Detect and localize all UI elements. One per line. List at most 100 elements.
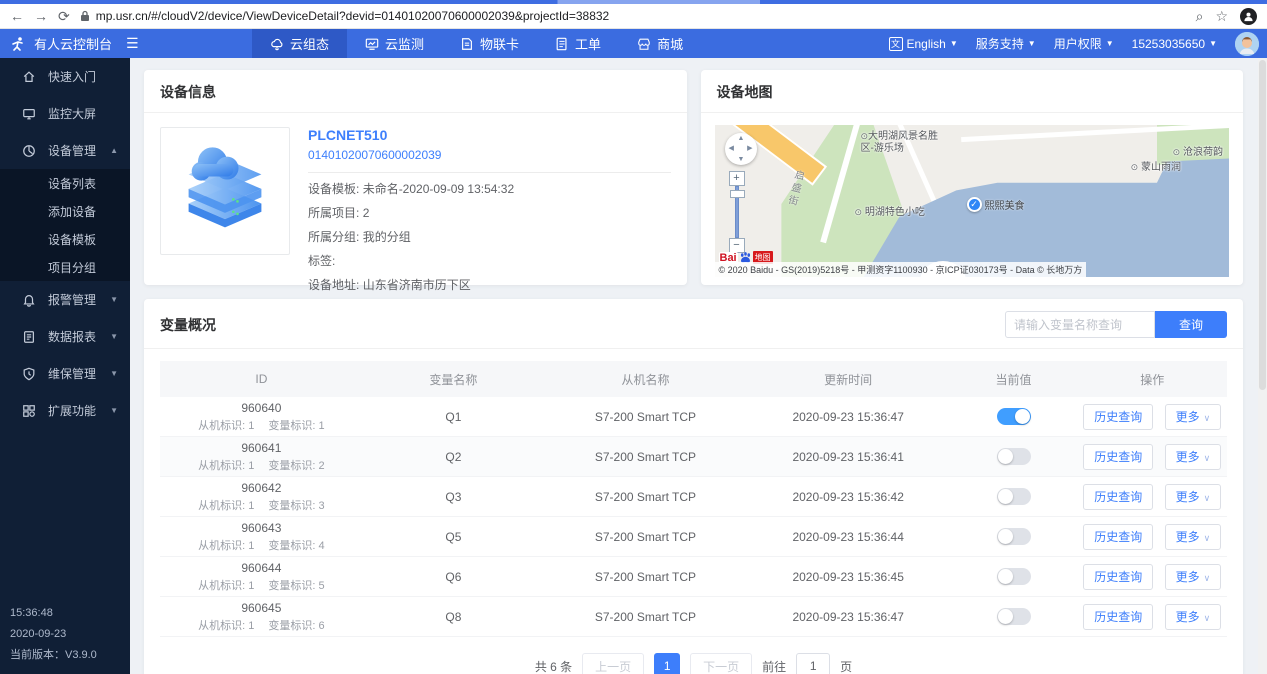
chevron-down-icon: ▼ [950, 39, 958, 48]
more-button[interactable]: 更多∨ [1165, 604, 1222, 630]
more-button[interactable]: 更多∨ [1165, 524, 1222, 550]
variable-name: Q5 [363, 530, 544, 544]
sidebar-item-add-device[interactable]: 添加设备 [0, 197, 130, 225]
page-1-button[interactable]: 1 [654, 653, 680, 674]
browser-profile-icon[interactable] [1240, 8, 1257, 25]
collapse-menu-icon[interactable]: ☰ [126, 35, 139, 52]
translate-icon: 文 [889, 37, 903, 51]
variable-tags: 从机标识: 1变量标识: 5 [160, 577, 363, 593]
map-copyright: © 2020 Baidu - GS(2019)5218号 - 甲测资字11009… [715, 262, 1087, 277]
device-info-card: 设备信息 [144, 70, 687, 285]
sidebar-footer: 15:36:48 2020-09-23 当前版本：V3.9.0 [10, 603, 97, 666]
monitor-icon [365, 37, 379, 51]
sidebar-item-monitor-screen[interactable]: 监控大屏 [0, 95, 130, 132]
slave-name: S7-200 Smart TCP [544, 410, 747, 424]
tab-cloud-monitor[interactable]: 云监测 [347, 29, 442, 58]
history-query-button[interactable]: 历史查询 [1083, 444, 1153, 470]
sidebar-item-project-group[interactable]: 项目分组 [0, 253, 130, 281]
value-toggle[interactable] [997, 528, 1031, 545]
variable-tags: 从机标识: 1变量标识: 2 [160, 457, 363, 473]
goto-page-input[interactable] [796, 653, 830, 674]
value-toggle[interactable] [997, 408, 1031, 425]
prev-page-button[interactable]: 上一页 [582, 653, 644, 674]
sidebar-item-device-management[interactable]: 设备管理 ▲ [0, 132, 130, 169]
history-query-button[interactable]: 历史查询 [1083, 604, 1153, 630]
table-header: ID 变量名称 从机名称 更新时间 当前值 操作 [160, 361, 1227, 397]
tab-work-order[interactable]: 工单 [537, 29, 619, 58]
variable-tags: 从机标识: 1变量标识: 6 [160, 617, 363, 633]
pan-left-icon[interactable]: ◀ [729, 144, 734, 152]
group-field: 所属分组: 我的分组 [308, 225, 671, 249]
table-row: 960644从机标识: 1变量标识: 5 Q6 S7-200 Smart TCP… [160, 557, 1227, 597]
history-query-button[interactable]: 历史查询 [1083, 484, 1153, 510]
tab-iot-card[interactable]: 物联卡 [442, 29, 537, 58]
history-query-button[interactable]: 历史查询 [1083, 564, 1153, 590]
sidebar-item-alarm-management[interactable]: 报警管理 ▼ [0, 281, 130, 318]
variable-search-input[interactable] [1005, 311, 1155, 338]
page-scrollbar[interactable] [1258, 58, 1267, 674]
query-button[interactable]: 查询 [1155, 311, 1227, 338]
scrollbar-thumb[interactable] [1259, 60, 1266, 390]
value-toggle[interactable] [997, 608, 1031, 625]
pan-up-icon[interactable]: ▲ [738, 135, 745, 142]
update-time: 2020-09-23 15:36:42 [747, 490, 950, 504]
pan-right-icon[interactable]: ▶ [747, 144, 752, 152]
more-button[interactable]: 更多∨ [1165, 484, 1222, 510]
pagination: 共 6 条 上一页 1 下一页 前往 页 [144, 637, 1243, 674]
sidebar-item-device-list[interactable]: 设备列表 [0, 169, 130, 197]
tab-label: 云监测 [385, 34, 424, 53]
next-page-button[interactable]: 下一页 [690, 653, 752, 674]
content-area: 设备信息 [130, 58, 1267, 674]
column-value: 当前值 [950, 371, 1078, 388]
history-query-button[interactable]: 历史查询 [1083, 404, 1153, 430]
history-query-button[interactable]: 历史查询 [1083, 524, 1153, 550]
more-button[interactable]: 更多∨ [1165, 444, 1222, 470]
variable-name: Q2 [363, 450, 544, 464]
chevron-down-icon: ∨ [1204, 413, 1211, 423]
permissions-dropdown[interactable]: 用户权限 ▼ [1054, 35, 1114, 52]
search-icon[interactable]: ⌕ [1196, 9, 1204, 23]
more-button[interactable]: 更多∨ [1165, 564, 1222, 590]
sidebar-item-maintenance[interactable]: 维保管理 ▼ [0, 355, 130, 392]
value-toggle[interactable] [997, 568, 1031, 585]
device-location-marker[interactable]: ✓ 熙熙美食 [967, 197, 1025, 212]
sidebar-item-data-report[interactable]: 数据报表 ▼ [0, 318, 130, 355]
sidebar-item-quick-start[interactable]: 快速入门 [0, 58, 130, 95]
account-number: 15253035650 [1132, 37, 1205, 51]
account-dropdown[interactable]: 15253035650 ▼ [1132, 37, 1217, 51]
tag-field: 标签: [308, 249, 671, 273]
zoom-in-button[interactable]: + [729, 171, 745, 186]
goto-prefix: 前往 [762, 658, 786, 674]
zoom-slider-handle[interactable] [730, 190, 745, 198]
pan-down-icon[interactable]: ▼ [738, 156, 745, 163]
tab-mall[interactable]: 商城 [619, 29, 701, 58]
table-row: 960642从机标识: 1变量标识: 3 Q3 S7-200 Smart TCP… [160, 477, 1227, 517]
sidebar-item-device-template[interactable]: 设备模板 [0, 225, 130, 253]
value-toggle[interactable] [997, 488, 1031, 505]
device-id-link[interactable]: 01401020070600002039 [308, 148, 671, 162]
value-toggle[interactable] [997, 448, 1031, 465]
baidu-map[interactable]: ▲ ▼ ◀ ▶ + − ⊙大明湖风景名胜区-游乐场 ⊙ 沧浪 [715, 125, 1230, 277]
bookmark-star-icon[interactable]: ☆ [1215, 9, 1228, 23]
slave-name: S7-200 Smart TCP [544, 450, 747, 464]
sidebar-item-extended-functions[interactable]: 扩展功能 ▼ [0, 392, 130, 429]
tab-cloud-scada[interactable]: 云组态 [252, 29, 347, 58]
device-image [160, 127, 290, 255]
support-dropdown[interactable]: 服务支持 ▼ [976, 35, 1036, 52]
tab-label: 工单 [575, 34, 601, 53]
variable-id: 960644 [160, 561, 363, 575]
sidebar: 快速入门 监控大屏 设备管理 ▲ 设备列表 添加设备 设备模板 项目分组 报警管… [0, 58, 130, 674]
language-dropdown[interactable]: 文 English ▼ [889, 37, 958, 51]
cloud-icon [270, 37, 284, 51]
back-button[interactable]: ← [10, 9, 24, 23]
address-field: 设备地址: 山东省济南市历下区 [308, 273, 671, 297]
map-pan-control[interactable]: ▲ ▼ ◀ ▶ [725, 133, 757, 165]
map-poi: ⊙ 沧浪荷韵 [1173, 143, 1223, 158]
forward-button[interactable]: → [34, 9, 48, 23]
address-box[interactable]: mp.usr.cn/#/cloudV2/device/ViewDeviceDet… [80, 9, 1186, 23]
zoom-slider[interactable] [735, 186, 739, 238]
user-avatar[interactable] [1235, 32, 1259, 56]
reload-button[interactable]: ⟳ [58, 9, 70, 23]
more-button[interactable]: 更多∨ [1165, 404, 1222, 430]
browser-url-bar: ← → ⟳ mp.usr.cn/#/cloudV2/device/ViewDev… [0, 4, 1267, 29]
